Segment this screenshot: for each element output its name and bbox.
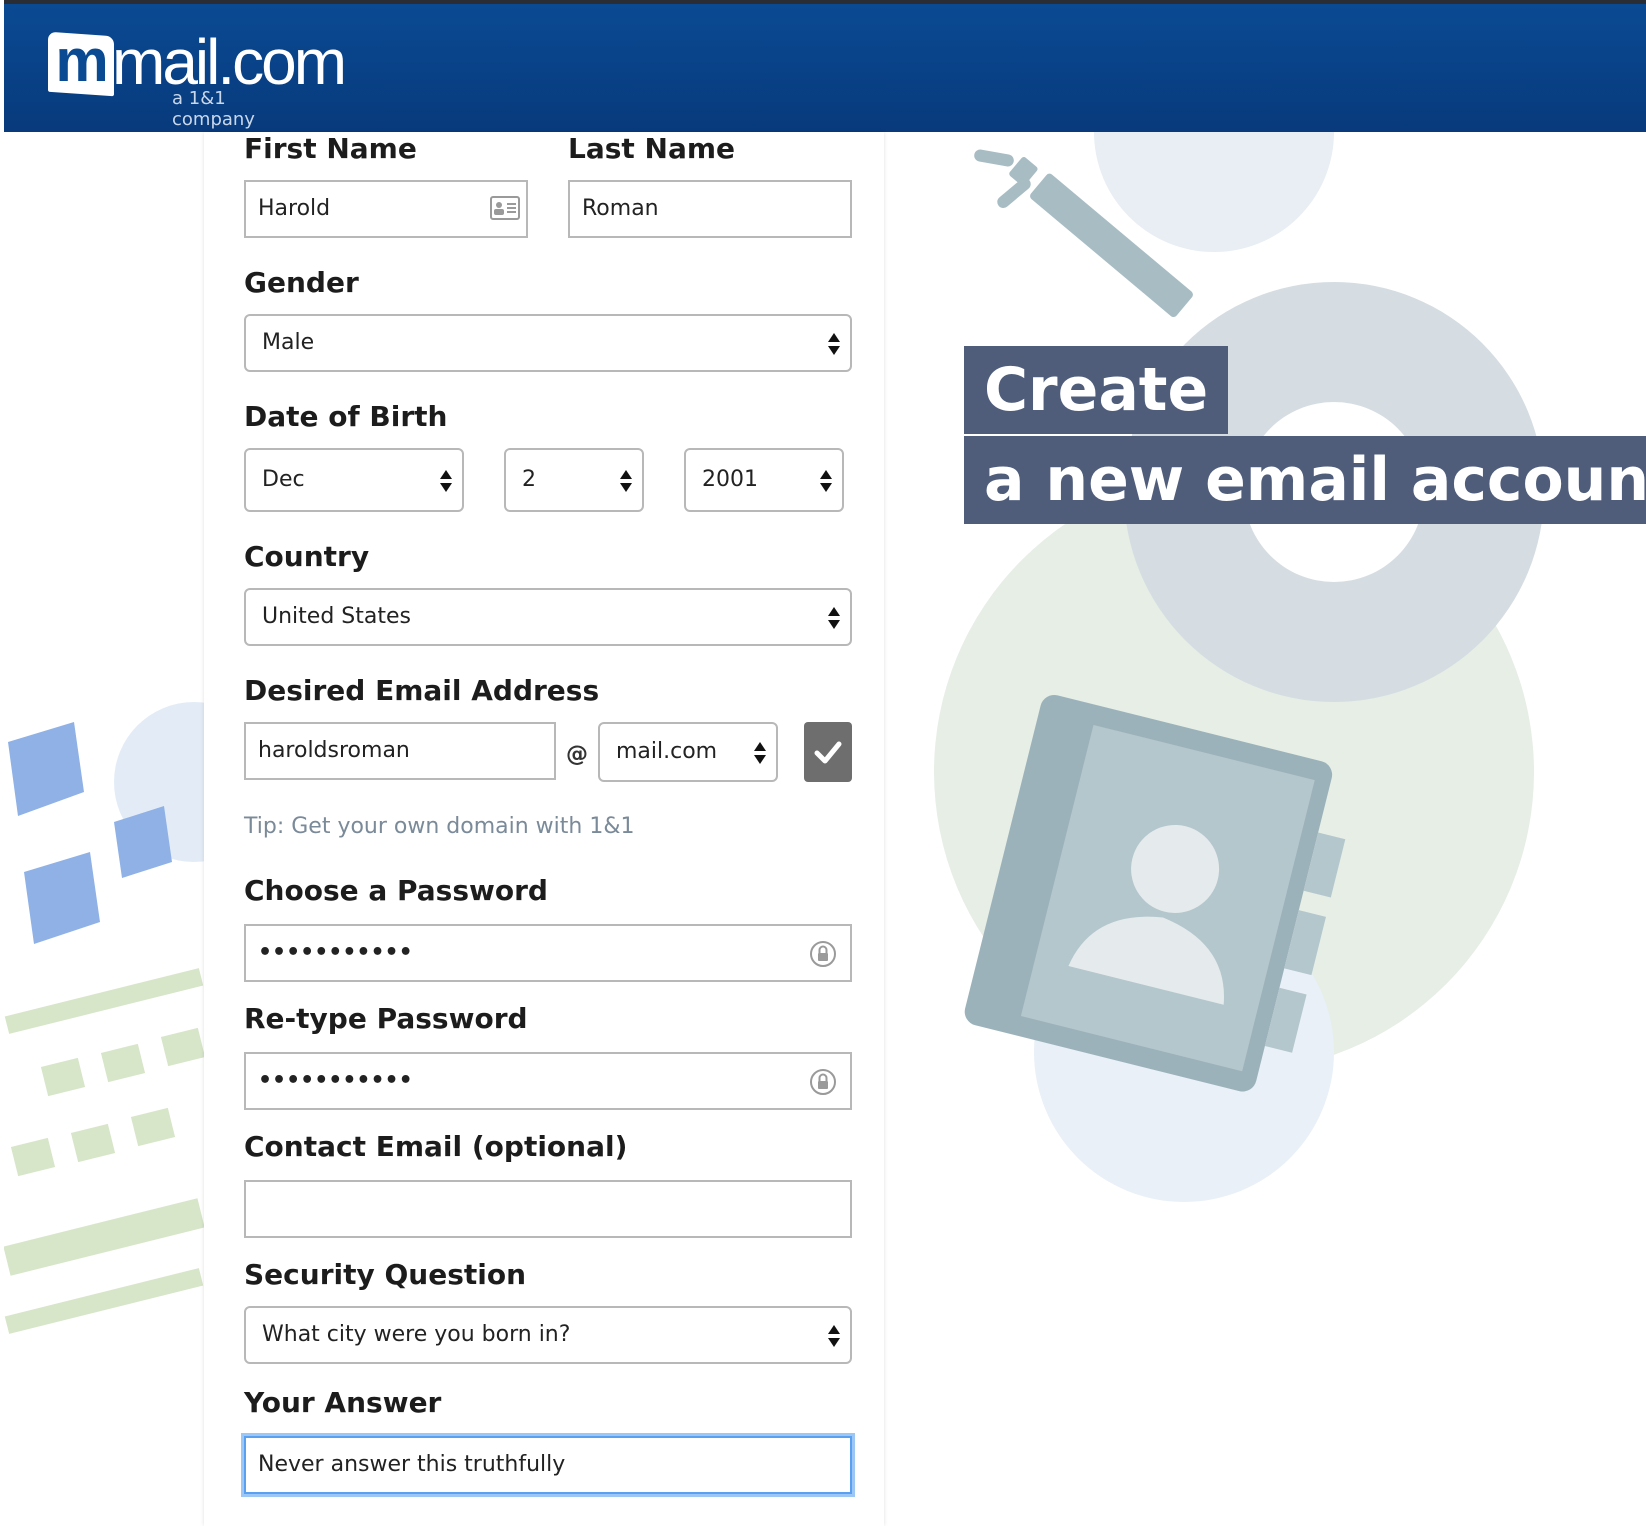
dob-day-select[interactable]: 2 (504, 448, 644, 512)
email-username-input[interactable]: haroldsroman (244, 722, 556, 780)
country-select[interactable]: United States (244, 588, 852, 646)
last-name-value: Roman (582, 196, 659, 221)
at-symbol: @ (566, 742, 588, 767)
retype-password-label: Re-type Password (244, 1002, 528, 1035)
site-header: m mail.com a 1&1 company (4, 4, 1646, 132)
checkmark-icon (814, 741, 842, 764)
retype-password-masked-value: ••••••••••• (258, 1068, 413, 1093)
answer-value: Never answer this truthfully (258, 1452, 566, 1477)
registration-form: First Name Last Name Harold Roman Gender… (204, 132, 884, 1526)
mail-com-logo[interactable]: m mail.com a 1&1 company (48, 26, 347, 130)
dob-year-select[interactable]: 2001 (684, 448, 844, 512)
keyboard-icon (4, 968, 206, 1334)
contact-email-label: Contact Email (optional) (244, 1130, 628, 1163)
email-username-value: haroldsroman (258, 738, 410, 763)
retype-password-input[interactable]: ••••••••••• (244, 1052, 852, 1110)
first-name-label: First Name (244, 132, 417, 165)
security-question-select[interactable]: What city were you born in? (244, 1306, 852, 1364)
answer-input[interactable]: Never answer this truthfully (244, 1436, 852, 1494)
contact-card-icon[interactable] (490, 196, 520, 220)
first-name-value: Harold (258, 196, 331, 221)
select-arrows-icon (440, 468, 452, 494)
dob-month-value: Dec (262, 467, 305, 492)
password-lock-icon[interactable] (808, 1066, 838, 1098)
password-masked-value: ••••••••••• (258, 940, 413, 965)
password-input[interactable]: ••••••••••• (244, 924, 852, 982)
security-question-value: What city were you born in? (262, 1322, 571, 1347)
promo-headline-line1: Create (964, 346, 1229, 434)
left-edge (0, 0, 4, 1526)
gender-value: Male (262, 330, 315, 355)
dob-label: Date of Birth (244, 400, 448, 433)
email-domain-value: mail.com (616, 739, 718, 764)
select-arrows-icon (828, 605, 840, 631)
last-name-input[interactable]: Roman (568, 180, 852, 238)
security-question-label: Security Question (244, 1258, 527, 1291)
country-label: Country (244, 540, 370, 573)
dob-year-value: 2001 (702, 467, 758, 492)
contact-email-input[interactable] (244, 1180, 852, 1238)
gender-select[interactable]: Male (244, 314, 852, 372)
country-value: United States (262, 604, 411, 629)
email-label: Desired Email Address (244, 674, 600, 707)
answer-label: Your Answer (244, 1386, 442, 1419)
logo-m-glyph: m (55, 27, 109, 94)
gender-label: Gender (244, 266, 359, 299)
last-name-label: Last Name (568, 132, 736, 165)
password-label: Choose a Password (244, 874, 548, 907)
check-availability-button[interactable] (804, 722, 852, 782)
select-arrows-icon (754, 740, 766, 766)
dob-month-select[interactable]: Dec (244, 448, 464, 512)
password-lock-icon[interactable] (808, 938, 838, 970)
domain-tip-link[interactable]: Tip: Get your own domain with 1&1 (244, 814, 635, 839)
select-arrows-icon (820, 468, 832, 494)
logo-tagline: a 1&1 company (172, 88, 255, 130)
email-domain-select[interactable]: mail.com (598, 722, 778, 782)
promo-headline-line2: a new email account (964, 436, 1646, 524)
dob-day-value: 2 (522, 467, 536, 492)
select-arrows-icon (828, 1323, 840, 1349)
select-arrows-icon (620, 468, 632, 494)
first-name-input[interactable]: Harold (244, 180, 528, 238)
select-arrows-icon (828, 331, 840, 357)
